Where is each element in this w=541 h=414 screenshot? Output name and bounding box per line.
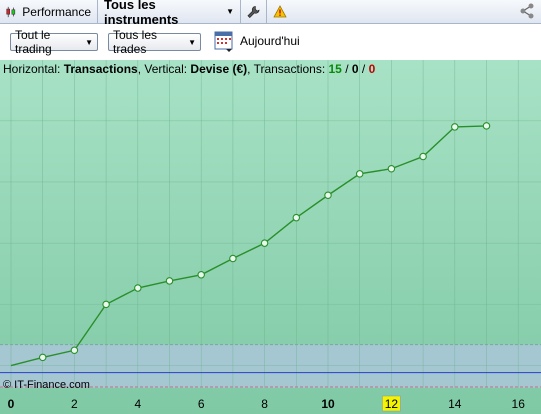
x-tick-label: 0: [8, 397, 15, 411]
losses-count: 0: [368, 62, 376, 76]
x-tick-label: 2: [71, 397, 78, 411]
data-point: [260, 239, 269, 247]
calendar-icon: [214, 31, 233, 52]
x-tick-label: 10: [321, 397, 335, 411]
x-tick-label: 14: [448, 397, 462, 411]
instruments-dropdown[interactable]: Tous les instruments ▼: [98, 0, 241, 27]
chevron-down-icon: ▼: [226, 7, 234, 16]
x-tick-label: 12: [385, 397, 399, 411]
x-tick-label: 4: [134, 397, 141, 411]
data-point: [102, 300, 110, 309]
share-icon: [520, 3, 534, 19]
horizontal-value: Transactions: [63, 62, 138, 76]
chevron-down-icon: ▼: [188, 37, 196, 47]
data-point: [387, 164, 396, 173]
wins-count: 15: [328, 62, 342, 76]
data-point: [165, 277, 174, 285]
warning-icon: [273, 5, 287, 18]
instruments-label: Tous les instruments: [104, 0, 179, 27]
warning-button[interactable]: [267, 0, 293, 23]
data-point: [197, 271, 205, 279]
x-tick-label: 6: [198, 397, 205, 411]
data-point: [419, 152, 427, 161]
tab-bar: Performance Tous les instruments ▼: [0, 0, 541, 27]
trading-filter-label: Tout le trading: [15, 28, 52, 56]
x-tick-label: 16: [512, 397, 526, 411]
data-point: [38, 353, 47, 362]
chart-info-line: Horizontal: Transactions, Vertical: Devi…: [3, 62, 375, 76]
settings-button[interactable]: [241, 0, 267, 23]
data-point: [355, 170, 364, 178]
today-label: Aujourd'hui: [240, 34, 300, 48]
trades-filter-dropdown[interactable]: Tous les trades ▼: [108, 28, 201, 56]
data-point: [482, 122, 491, 130]
vertical-prefix: , Vertical:: [137, 62, 191, 76]
separator: /: [341, 62, 352, 76]
vertical-value: Devise (€): [190, 62, 248, 76]
horizontal-prefix: Horizontal:: [3, 62, 64, 76]
copyright-text: © IT-Finance.com: [3, 379, 90, 391]
neutral-count: 0: [351, 62, 359, 76]
trades-filter-label: Tous les trades: [113, 28, 158, 56]
x-tick-label: 8: [261, 397, 268, 411]
today-button[interactable]: Aujourd'hui: [214, 30, 300, 52]
equity-chart: 0 2 4 6 8 10 12 14 16: [0, 60, 541, 414]
data-point: [451, 123, 459, 131]
candlestick-icon: [6, 6, 16, 17]
toolbar: Tout le trading ▼ Tous les trades ▼ Aujo…: [0, 24, 541, 60]
data-point: [229, 254, 237, 263]
share-button[interactable]: [519, 3, 535, 22]
transactions-prefix: , Transactions:: [247, 62, 329, 76]
trading-filter-dropdown[interactable]: Tout le trading ▼: [10, 28, 98, 56]
separator: /: [358, 62, 369, 76]
data-point: [292, 213, 301, 222]
data-point: [134, 284, 142, 292]
data-point: [324, 191, 332, 199]
tab-performance-label: Performance: [22, 4, 91, 19]
wrench-icon: [247, 5, 260, 18]
data-point: [70, 346, 79, 355]
chevron-down-icon: ▼: [85, 37, 93, 47]
tab-performance[interactable]: Performance: [0, 0, 98, 23]
